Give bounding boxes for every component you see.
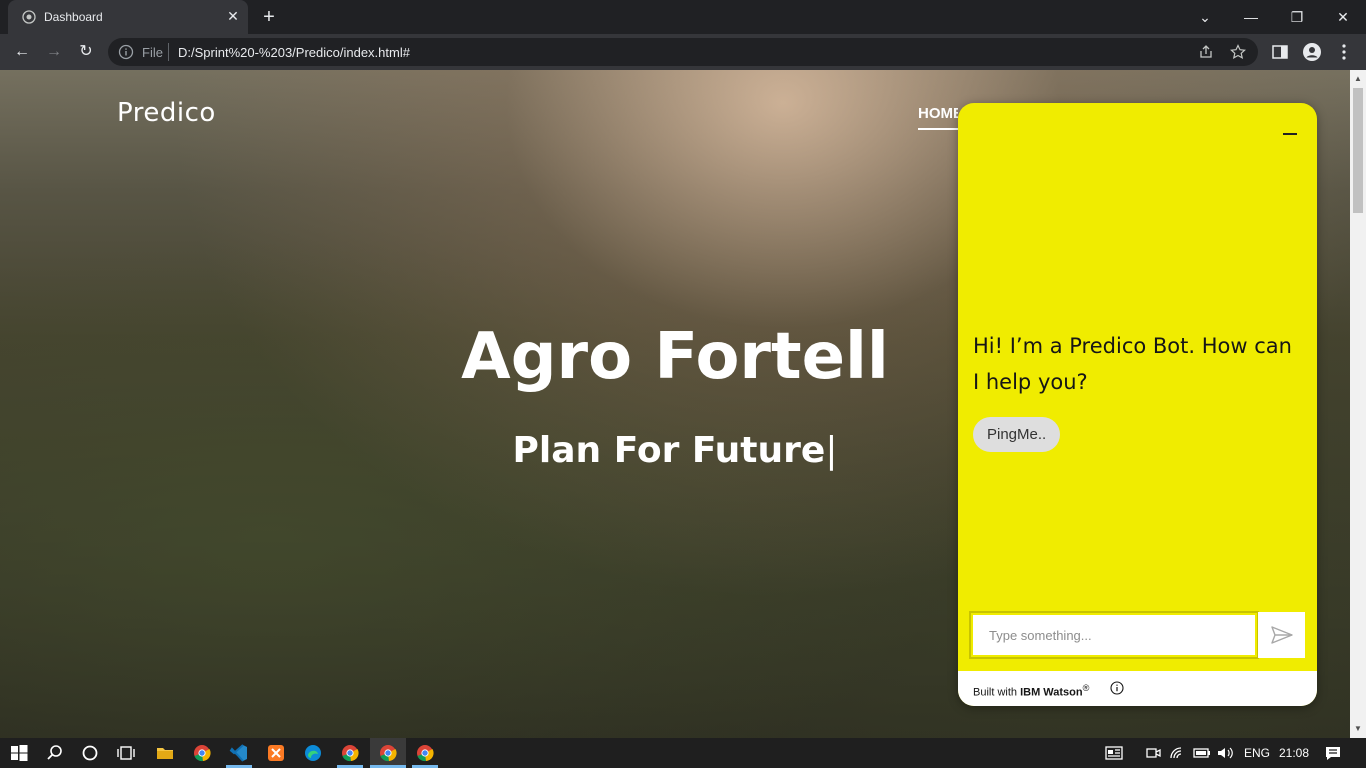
restore-window-button[interactable]: ❐ xyxy=(1286,6,1308,28)
wifi-icon[interactable] xyxy=(1168,743,1188,763)
scroll-down-arrow-icon[interactable]: ▼ xyxy=(1354,724,1362,733)
globe-icon xyxy=(22,10,36,24)
nav-home-link[interactable]: HOME xyxy=(918,105,958,130)
chrome-icon-3[interactable] xyxy=(378,743,398,763)
back-icon[interactable]: ← xyxy=(11,41,33,63)
bot-message: Hi! I’m a Predico Bot. How can I help yo… xyxy=(973,334,1292,394)
file-explorer-icon[interactable] xyxy=(155,743,175,763)
reload-icon[interactable]: ↻ xyxy=(75,41,97,63)
close-tab-icon[interactable]: ✕ xyxy=(224,7,242,25)
language-indicator[interactable]: ENG xyxy=(1244,746,1270,760)
chat-input-box[interactable] xyxy=(969,611,1259,659)
scheme-label: File xyxy=(142,45,163,60)
chrome-icon[interactable] xyxy=(192,743,212,763)
url-text[interactable]: D:/Sprint%20-%203/Predico/index.html# xyxy=(178,45,410,60)
os-taskbar: ENG 21:08 xyxy=(0,738,1366,768)
credit-brand: IBM Watson xyxy=(1020,686,1083,699)
edge-icon[interactable] xyxy=(303,743,323,763)
task-view-icon[interactable] xyxy=(116,743,136,763)
chat-message-input[interactable] xyxy=(973,615,1255,655)
share-icon[interactable] xyxy=(1198,44,1214,60)
search-icon[interactable] xyxy=(45,743,65,763)
quick-reply-button[interactable]: PingMe.. xyxy=(973,417,1061,452)
tab-search-icon[interactable]: ⌄ xyxy=(1194,6,1216,28)
site-logo[interactable]: Predico xyxy=(117,98,216,128)
minimize-chat-button[interactable] xyxy=(1283,125,1297,139)
bookmark-star-icon[interactable] xyxy=(1230,44,1246,60)
tab-dashboard[interactable]: Dashboard ✕ xyxy=(8,0,248,34)
xampp-icon[interactable] xyxy=(266,743,286,763)
news-widget-icon[interactable] xyxy=(1104,743,1124,763)
profile-icon[interactable] xyxy=(1302,42,1322,62)
site-info-icon[interactable] xyxy=(118,44,134,60)
battery-icon[interactable] xyxy=(1192,743,1212,763)
address-bar[interactable]: File D:/Sprint%20-%203/Predico/index.htm… xyxy=(108,38,1258,66)
tab-strip: Dashboard ✕ + ⌄ — ❐ ✕ xyxy=(0,0,1366,34)
volume-icon[interactable] xyxy=(1215,743,1235,763)
vscode-icon[interactable] xyxy=(229,743,249,763)
new-tab-button[interactable]: + xyxy=(258,6,280,28)
scroll-up-arrow-icon[interactable]: ▲ xyxy=(1354,74,1362,83)
watson-credit: Built with IBM Watson® xyxy=(973,683,1089,699)
address-separator xyxy=(168,43,169,61)
clock[interactable]: 21:08 xyxy=(1279,746,1309,760)
close-window-button[interactable]: ✕ xyxy=(1332,6,1354,28)
hero-subtitle-text: Plan For Future xyxy=(512,430,826,471)
kebab-menu-icon[interactable] xyxy=(1334,42,1354,62)
windows-start-icon[interactable] xyxy=(9,743,29,763)
page-scrollbar[interactable]: ▲ ▼ xyxy=(1350,70,1366,738)
side-panel-icon[interactable] xyxy=(1270,42,1290,62)
tab-title: Dashboard xyxy=(44,10,103,24)
credit-mark: ® xyxy=(1082,683,1090,693)
credit-prefix: Built with xyxy=(973,686,1021,699)
forward-icon[interactable]: → xyxy=(43,41,65,63)
chrome-icon-4[interactable] xyxy=(415,743,435,763)
minimize-window-button[interactable]: — xyxy=(1240,6,1262,28)
meet-now-icon[interactable] xyxy=(1144,743,1164,763)
notifications-icon[interactable] xyxy=(1323,743,1343,763)
chrome-icon-2[interactable] xyxy=(340,743,360,763)
cortana-icon[interactable] xyxy=(80,743,100,763)
scrollbar-thumb[interactable] xyxy=(1353,88,1363,213)
info-icon[interactable] xyxy=(1110,681,1124,695)
chatbot-panel: Hi! I’m a Predico Bot. How can I help yo… xyxy=(958,103,1317,706)
chat-footer: Built with IBM Watson® xyxy=(958,671,1317,706)
send-button[interactable] xyxy=(1258,612,1305,658)
browser-toolbar: ← → ↻ File D:/Sprint%20-%203/Predico/ind… xyxy=(0,34,1366,70)
typing-caret: | xyxy=(825,430,838,471)
send-icon xyxy=(1271,626,1293,644)
